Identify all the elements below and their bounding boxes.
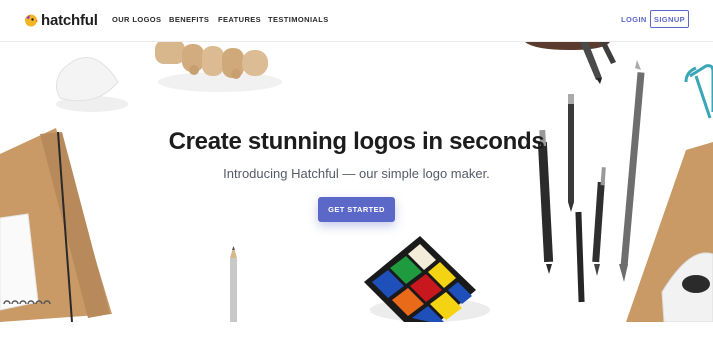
top-navigation: hatchful OUR LOGOS BENEFITS FEATURES TES… <box>0 0 713 42</box>
rubiks-cube <box>364 236 490 322</box>
brand-name: hatchful <box>41 11 98 29</box>
wooden-hand-figure <box>155 42 282 92</box>
hero-subheadline: Introducing Hatchful — our simple logo m… <box>223 166 490 181</box>
nav-features[interactable]: FEATURES <box>218 15 261 24</box>
nav-our-logos[interactable]: OUR LOGOS <box>112 15 161 24</box>
paper-clip <box>684 64 713 119</box>
get-started-button[interactable]: GET STARTED <box>318 197 395 222</box>
hero-headline: Create stunning logos in seconds <box>168 128 545 155</box>
hero-section: Create stunning logos in seconds Introdu… <box>0 42 713 322</box>
login-link[interactable]: LOGIN <box>621 15 647 24</box>
nav-testimonials[interactable]: TESTIMONIALS <box>268 15 329 24</box>
hatchful-chick-icon <box>25 14 38 27</box>
eraser <box>56 57 128 112</box>
signup-button[interactable]: SIGNUP <box>650 10 689 28</box>
pencil-case <box>525 42 616 84</box>
hatchful-logo[interactable]: hatchful <box>24 11 98 29</box>
desk-illustration <box>0 42 713 322</box>
nav-benefits[interactable]: BENEFITS <box>169 15 209 24</box>
notebook <box>0 128 112 322</box>
page-bottom-spacer <box>0 322 713 344</box>
